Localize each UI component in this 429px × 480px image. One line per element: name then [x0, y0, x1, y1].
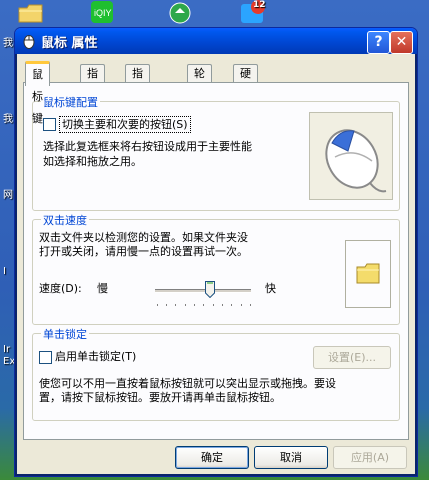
speed-slider-ticks	[157, 304, 251, 306]
click-lock-label[interactable]: 启用单击锁定(T)	[55, 349, 136, 364]
ok-button[interactable]: 确定	[175, 446, 249, 469]
window-title: 鼠标 属性	[41, 36, 98, 51]
notification-badge-count: 12	[253, 0, 266, 10]
mouse-properties-dialog: 鼠标 属性 ? ✕ 鼠标键 指针 指针选项 轮 硬件 鼠标键配置 切换主要和次要…	[14, 27, 418, 477]
button-config-group: 鼠标键配置 切换主要和次要的按钮(S) 选择此复选框来将右按钮设成用于主要性能 …	[32, 94, 400, 211]
svg-text:iQIY: iQIY	[94, 8, 112, 18]
double-click-group: 双击速度 双击文件夹以检测您的设置。如果文件夹没 打开或关闭，请用慢一点的设置再…	[32, 212, 400, 325]
slow-label: 慢	[97, 282, 108, 295]
help-button[interactable]: ?	[367, 31, 390, 54]
click-lock-settings-button[interactable]: 设置(E)...	[313, 346, 391, 369]
button-config-description-line2: 如选择和拖放之用。	[43, 155, 142, 168]
switch-buttons-checkbox[interactable]	[43, 118, 56, 131]
click-lock-checkbox[interactable]	[39, 351, 52, 364]
test-folder-area[interactable]	[345, 240, 391, 308]
button-config-title: 鼠标键配置	[41, 94, 100, 110]
desktop-side-label-1: 我	[3, 38, 13, 49]
desktop-side-label-4: I	[3, 266, 6, 277]
tab-wheel[interactable]: 轮	[187, 64, 212, 83]
tab-pointer-options[interactable]: 指针选项	[125, 64, 150, 134]
desktop-side-label-3: 网	[3, 190, 13, 201]
close-button[interactable]: ✕	[390, 31, 413, 54]
switch-buttons-label[interactable]: 切换主要和次要的按钮(S)	[59, 116, 191, 133]
click-lock-group: 单击锁定 启用单击锁定(T) 设置(E)... 使您可以不用一直按着鼠标按钮就可…	[32, 326, 400, 421]
speed-label: 速度(D):	[39, 282, 82, 295]
click-lock-description-line2: 置，请按下鼠标按钮。要放开请再单击鼠标按钮。	[39, 391, 281, 404]
mouse-title-icon	[23, 35, 35, 49]
close-icon: ✕	[395, 34, 408, 50]
tab-panel-buttons: 鼠标键配置 切换主要和次要的按钮(S) 选择此复选框来将右按钮设成用于主要性能 …	[23, 82, 409, 440]
help-icon: ?	[374, 34, 383, 50]
tab-pointers[interactable]: 指针	[80, 64, 105, 98]
folder-desktop-icon[interactable]	[18, 2, 44, 24]
mouse-illustration-icon	[325, 129, 387, 193]
fast-label: 快	[265, 282, 276, 295]
title-bar[interactable]: 鼠标 属性 ? ✕	[15, 28, 417, 54]
click-lock-description-line1: 使您可以不用一直按着鼠标按钮就可以突出显示或拖拽。要设	[39, 377, 336, 390]
desktop-side-label-5: Ir	[3, 344, 11, 355]
click-lock-title: 单击锁定	[41, 326, 89, 342]
apply-button[interactable]: 应用(A)	[333, 446, 407, 469]
double-click-description-line1: 双击文件夹以检测您的设置。如果文件夹没	[39, 231, 248, 244]
folder-icon	[356, 263, 380, 284]
speed-slider-track[interactable]	[155, 289, 251, 293]
cancel-button[interactable]: 取消	[254, 446, 328, 469]
button-config-description-line1: 选择此复选框来将右按钮设成用于主要性能	[43, 140, 252, 153]
double-click-description-line2: 打开或关闭，请用慢一点的设置再试一次。	[39, 245, 248, 258]
green-arrow-app-icon[interactable]	[168, 2, 192, 24]
mouse-preview	[309, 112, 393, 200]
iqiyi-app-icon[interactable]: iQIY	[90, 0, 114, 24]
speed-slider-thumb[interactable]	[205, 281, 215, 298]
double-click-title: 双击速度	[41, 212, 89, 228]
desktop-side-label-2: 我	[3, 114, 13, 125]
tab-buttons[interactable]: 鼠标键	[25, 61, 50, 125]
tab-hardware[interactable]: 硬件	[233, 64, 258, 98]
